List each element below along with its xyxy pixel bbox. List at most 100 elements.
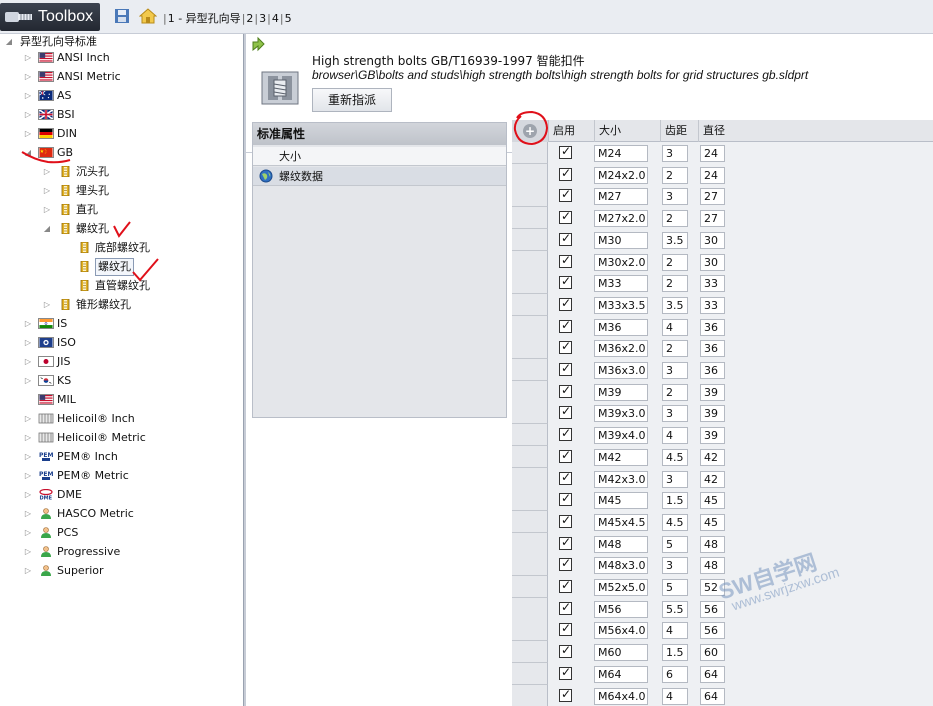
- diameter-cell[interactable]: 27: [700, 210, 725, 228]
- pitch-cell[interactable]: 3: [662, 145, 688, 162]
- tree-item[interactable]: ▷ Superior: [0, 562, 240, 580]
- size-cell[interactable]: M30: [594, 231, 648, 249]
- pitch-cell[interactable]: 4: [662, 687, 688, 705]
- diameter-cell[interactable]: 33: [700, 275, 725, 293]
- pitch-cell[interactable]: 2: [662, 210, 688, 228]
- enabled-checkbox[interactable]: [559, 318, 572, 333]
- pitch-cell[interactable]: 1.5: [662, 644, 688, 662]
- size-cell[interactable]: M33: [594, 275, 648, 293]
- size-cell[interactable]: M27x2.0: [594, 210, 648, 228]
- property-size[interactable]: 大小: [253, 147, 506, 166]
- row-header[interactable]: [512, 272, 548, 295]
- size-cell[interactable]: M56: [594, 600, 648, 618]
- column-header-size[interactable]: 大小: [594, 120, 660, 142]
- tree-item[interactable]: ▷ PEM PEM® Inch: [0, 448, 240, 466]
- tree-item[interactable]: 螺纹孔: [0, 258, 240, 276]
- row-header[interactable]: [512, 532, 548, 555]
- enabled-checkbox[interactable]: [559, 578, 572, 593]
- tree-item[interactable]: ▷ 沉头孔: [0, 163, 240, 181]
- pitch-cell[interactable]: 3: [662, 188, 688, 206]
- enabled-checkbox[interactable]: [559, 513, 572, 528]
- pitch-cell[interactable]: 3: [662, 405, 688, 423]
- size-cell[interactable]: M45x4.5: [594, 513, 648, 531]
- diameter-cell[interactable]: 39: [700, 405, 725, 423]
- row-header[interactable]: [512, 185, 548, 208]
- enabled-checkbox[interactable]: [559, 470, 572, 485]
- diameter-cell[interactable]: 36: [700, 362, 725, 379]
- breadcrumb-step-5[interactable]: 5: [285, 12, 292, 25]
- tree-item[interactable]: ▷ AS: [0, 87, 240, 105]
- size-cell[interactable]: M27: [594, 188, 648, 206]
- expand-arrow-icon[interactable]: ▷: [42, 182, 52, 200]
- expand-arrow-icon[interactable]: ▷: [23, 353, 33, 371]
- row-header[interactable]: [512, 467, 548, 490]
- size-cell[interactable]: M64: [594, 665, 648, 683]
- pitch-cell[interactable]: 2: [662, 275, 688, 293]
- enabled-checkbox[interactable]: [559, 404, 572, 420]
- row-header[interactable]: [512, 380, 548, 403]
- enabled-checkbox[interactable]: [559, 665, 572, 680]
- column-header-enabled[interactable]: 启用: [548, 120, 594, 142]
- tree-item[interactable]: ▷ IS: [0, 315, 240, 333]
- property-thread-data[interactable]: 螺纹数据: [253, 167, 506, 186]
- pitch-cell[interactable]: 6: [662, 665, 688, 683]
- row-header[interactable]: [512, 142, 548, 164]
- row-header[interactable]: [512, 619, 548, 642]
- pitch-cell[interactable]: 2: [662, 383, 688, 401]
- size-cell[interactable]: M45: [594, 492, 648, 510]
- enabled-checkbox[interactable]: [559, 426, 572, 442]
- enabled-checkbox[interactable]: [559, 600, 572, 615]
- tree-item[interactable]: ▷ DME DME: [0, 486, 240, 504]
- enabled-checkbox[interactable]: [559, 361, 572, 376]
- diameter-cell[interactable]: 60: [700, 644, 725, 662]
- tree-item[interactable]: ▷ PEM PEM® Metric: [0, 467, 240, 485]
- diameter-cell[interactable]: 45: [700, 513, 725, 531]
- pitch-cell[interactable]: 4: [662, 427, 688, 445]
- expand-arrow-icon[interactable]: ▷: [23, 429, 33, 447]
- size-cell[interactable]: M30x2.0: [594, 253, 648, 271]
- expand-arrow-icon[interactable]: ▷: [42, 201, 52, 219]
- diameter-cell[interactable]: 48: [700, 535, 725, 553]
- row-header[interactable]: [512, 424, 548, 447]
- size-cell[interactable]: M36x3.0: [594, 362, 648, 379]
- enabled-checkbox[interactable]: [559, 621, 572, 637]
- enabled-checkbox[interactable]: [559, 383, 572, 398]
- enabled-checkbox[interactable]: [559, 187, 572, 203]
- pitch-cell[interactable]: 3: [662, 362, 688, 379]
- expand-arrow-icon[interactable]: ▷: [23, 315, 33, 333]
- diameter-cell[interactable]: 30: [700, 231, 725, 249]
- tree-item[interactable]: ▷ DIN: [0, 125, 240, 143]
- expand-arrow-icon[interactable]: ▷: [42, 163, 52, 181]
- pitch-cell[interactable]: 2: [662, 253, 688, 271]
- enabled-checkbox[interactable]: [559, 209, 572, 225]
- pitch-cell[interactable]: 1.5: [662, 492, 688, 510]
- tree-item[interactable]: ▷ 埋头孔: [0, 182, 240, 200]
- enabled-checkbox[interactable]: [559, 166, 572, 181]
- breadcrumb-step-4[interactable]: 4: [272, 12, 279, 25]
- add-row-button[interactable]: +: [512, 120, 548, 142]
- tree-item[interactable]: ▷ 直孔: [0, 201, 240, 219]
- enabled-checkbox[interactable]: [559, 687, 572, 702]
- expand-arrow-icon[interactable]: ▷: [23, 486, 33, 504]
- pitch-cell[interactable]: 5: [662, 535, 688, 553]
- tree-item[interactable]: ◢ 螺纹孔: [0, 220, 240, 238]
- pitch-cell[interactable]: 4: [662, 622, 688, 640]
- size-cell[interactable]: M56x4.0: [594, 622, 648, 640]
- tree-item[interactable]: ▷ ANSI Inch: [0, 49, 240, 67]
- expand-arrow-icon[interactable]: ▷: [23, 49, 33, 67]
- pitch-cell[interactable]: 4.5: [662, 513, 688, 531]
- enabled-checkbox[interactable]: [559, 231, 572, 246]
- diameter-cell[interactable]: 27: [700, 188, 725, 206]
- size-cell[interactable]: M52x5.0: [594, 579, 648, 596]
- size-cell[interactable]: M36x2.0: [594, 340, 648, 358]
- enabled-checkbox[interactable]: [559, 144, 572, 159]
- expand-arrow-icon[interactable]: ▷: [23, 68, 33, 86]
- pin-icon[interactable]: [250, 36, 266, 52]
- size-cell[interactable]: M33x3.5: [594, 296, 648, 314]
- expand-arrow-icon[interactable]: ▷: [23, 87, 33, 105]
- enabled-checkbox[interactable]: [559, 253, 572, 268]
- tree-item[interactable]: 直管螺纹孔: [0, 277, 240, 295]
- collapse-arrow-icon[interactable]: ◢: [42, 220, 52, 238]
- tree-item[interactable]: ▷ Progressive: [0, 543, 240, 561]
- tree-item[interactable]: ▷ ANSI Metric: [0, 68, 240, 86]
